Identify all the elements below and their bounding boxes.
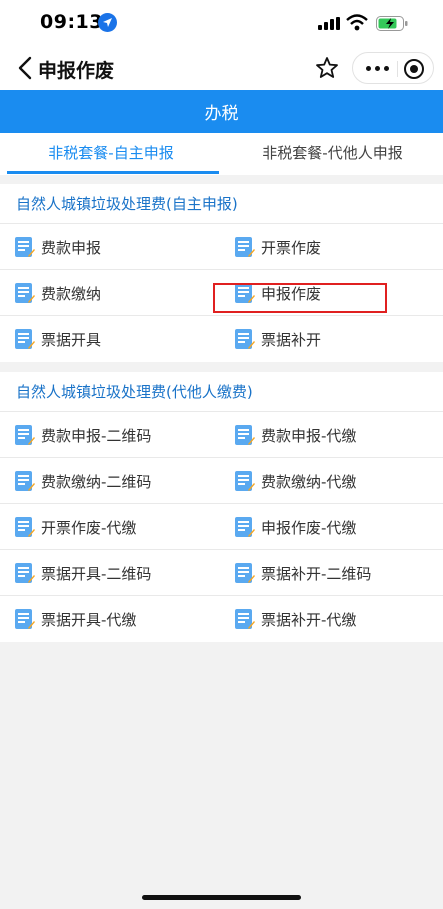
- menu-item-fee-payment-qrcode[interactable]: 费款缴纳-二维码: [14, 458, 214, 504]
- document-edit-icon: [15, 425, 35, 445]
- status-time: 09:13: [40, 11, 103, 33]
- menu-item-declare-void-proxy[interactable]: 申报作废-代缴: [234, 504, 434, 550]
- menu-item-receipt-reissue[interactable]: 票据补开: [234, 316, 434, 362]
- status-bar: 09:13: [0, 0, 443, 46]
- list-row: 票据开具 票据补开: [0, 316, 443, 362]
- page-title: 申报作废: [38, 60, 115, 82]
- section-self-declare: 自然人城镇垃圾处理费(自主申报) 费款申报 开票作废 费款缴纳 申报作废 票据开…: [0, 184, 443, 362]
- menu-item-label: 票据开具: [41, 330, 102, 349]
- menu-item-label: 票据补开: [261, 330, 322, 349]
- section-title: 自然人城镇垃圾处理费(代他人缴费): [0, 372, 443, 412]
- close-target-icon[interactable]: [404, 59, 424, 79]
- menu-item-receipt-issue[interactable]: 票据开具: [14, 316, 214, 362]
- menu-item-label: 开票作废-代缴: [41, 518, 137, 537]
- location-arrow-icon: [98, 13, 117, 32]
- document-edit-icon: [235, 471, 255, 491]
- document-edit-icon: [15, 609, 35, 629]
- menu-item-label: 票据开具-二维码: [41, 564, 152, 583]
- menu-item-fee-payment[interactable]: 费款缴纳: [14, 270, 214, 316]
- list-row: 开票作废-代缴 申报作废-代缴: [0, 504, 443, 550]
- mini-program-capsule: [352, 52, 434, 84]
- document-edit-icon: [15, 471, 35, 491]
- document-edit-icon: [235, 425, 255, 445]
- menu-item-receipt-reissue-proxy[interactable]: 票据补开-代缴: [234, 596, 434, 642]
- list-row: 费款缴纳-二维码 费款缴纳-代缴: [0, 458, 443, 504]
- menu-item-receipt-issue-qrcode[interactable]: 票据开具-二维码: [14, 550, 214, 596]
- menu-item-receipt-reissue-qrcode[interactable]: 票据补开-二维码: [234, 550, 434, 596]
- star-outline-icon[interactable]: [314, 55, 340, 81]
- menu-item-label: 费款申报: [41, 238, 102, 257]
- document-edit-icon: [15, 563, 35, 583]
- battery-charging-icon: [376, 16, 408, 31]
- menu-item-fee-payment-proxy[interactable]: 费款缴纳-代缴: [234, 458, 434, 504]
- list-row: 票据开具-二维码 票据补开-二维码: [0, 550, 443, 596]
- menu-item-invoice-void[interactable]: 开票作废: [234, 224, 434, 270]
- menu-item-label: 费款缴纳-二维码: [41, 472, 152, 491]
- menu-item-label: 申报作废-代缴: [261, 518, 357, 537]
- wifi-icon: [346, 14, 368, 31]
- menu-item-fee-declare-qrcode[interactable]: 费款申报-二维码: [14, 412, 214, 458]
- menu-item-label: 票据开具-代缴: [41, 610, 137, 629]
- menu-item-label: 票据补开-代缴: [261, 610, 357, 629]
- menu-item-fee-declare-proxy[interactable]: 费款申报-代缴: [234, 412, 434, 458]
- list-row: 费款申报 开票作废: [0, 224, 443, 270]
- section-proxy-payment: 自然人城镇垃圾处理费(代他人缴费) 费款申报-二维码 费款申报-代缴 费款缴纳-…: [0, 372, 443, 642]
- document-edit-icon: [235, 609, 255, 629]
- menu-item-label: 费款缴纳-代缴: [261, 472, 357, 491]
- list-row: 费款申报-二维码 费款申报-代缴: [0, 412, 443, 458]
- more-dots-icon[interactable]: [364, 59, 390, 77]
- document-edit-icon: [15, 517, 35, 537]
- section-title: 自然人城镇垃圾处理费(自主申报): [0, 184, 443, 224]
- tab-self-declare[interactable]: 非税套餐-自主申报: [0, 133, 222, 175]
- menu-item-label: 票据补开-二维码: [261, 564, 372, 583]
- menu-item-receipt-issue-proxy[interactable]: 票据开具-代缴: [14, 596, 214, 642]
- document-edit-icon: [235, 517, 255, 537]
- menu-item-label: 费款申报-二维码: [41, 426, 152, 445]
- document-edit-icon: [15, 283, 35, 303]
- tab-bar: 非税套餐-自主申报 非税套餐-代他人申报: [0, 133, 443, 175]
- document-edit-icon: [235, 329, 255, 349]
- highlight-annotation: [213, 283, 387, 313]
- signal-icon: [318, 17, 340, 30]
- menu-item-fee-declare[interactable]: 费款申报: [14, 224, 214, 270]
- document-edit-icon: [15, 329, 35, 349]
- menu-item-invoice-void-proxy[interactable]: 开票作废-代缴: [14, 504, 214, 550]
- document-edit-icon: [235, 237, 255, 257]
- document-edit-icon: [235, 563, 255, 583]
- capsule-divider: [397, 61, 398, 77]
- menu-item-label: 费款缴纳: [41, 284, 102, 303]
- document-edit-icon: [15, 237, 35, 257]
- nav-bar: 申报作废: [0, 46, 443, 90]
- active-tab-indicator: [7, 171, 219, 174]
- menu-item-label: 开票作废: [261, 238, 322, 257]
- list-row: 票据开具-代缴 票据补开-代缴: [0, 596, 443, 642]
- back-chevron-icon[interactable]: [16, 55, 36, 81]
- tab-proxy-declare[interactable]: 非税套餐-代他人申报: [222, 133, 443, 175]
- banner-title: 办税: [0, 90, 443, 133]
- home-indicator: [142, 895, 301, 900]
- menu-item-label: 费款申报-代缴: [261, 426, 357, 445]
